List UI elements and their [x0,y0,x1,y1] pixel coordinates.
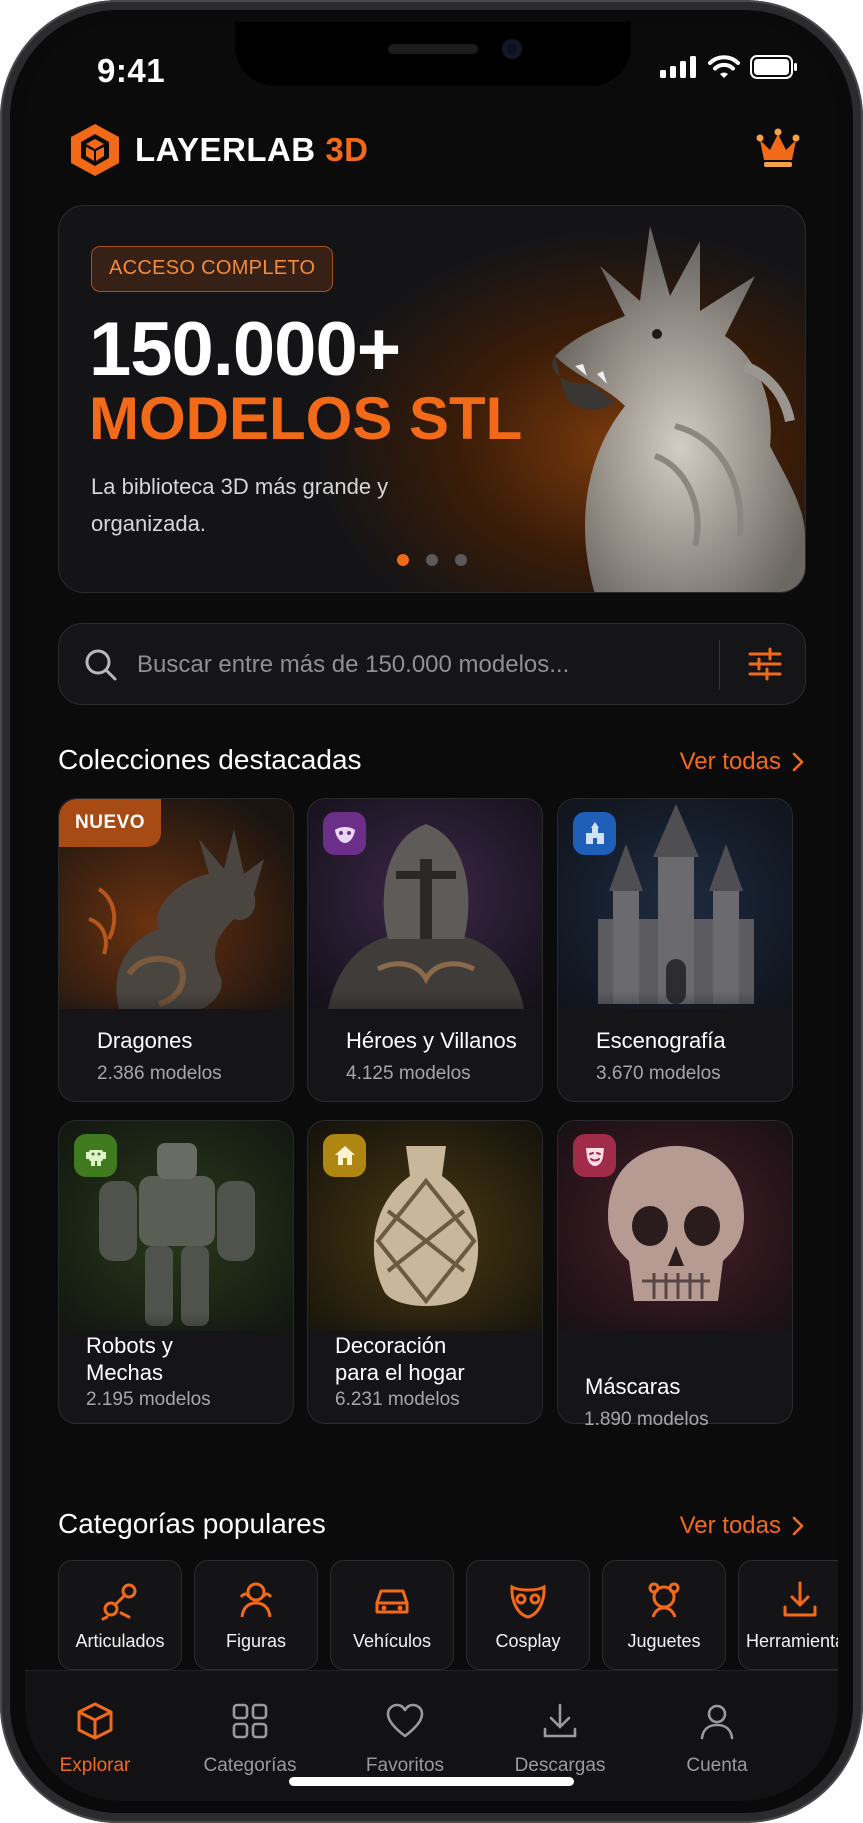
tab-categorias[interactable]: Categorías [180,1701,320,1777]
category-label: Vehículos [352,1631,432,1651]
tab-label: Explorar [59,1755,131,1776]
heart-icon [386,1703,424,1738]
tab-label: Descargas [514,1755,606,1776]
brand-logo[interactable]: LAYERLAB 3D [69,122,369,178]
mask-hero-icon [323,812,366,855]
notch [235,22,631,86]
category-label: Figuras [225,1631,287,1651]
featured-title: Colecciones destacadas [58,744,362,775]
cosplay-mask-icon [510,1584,546,1619]
filter-icon[interactable] [747,646,783,682]
download-icon [543,1703,577,1738]
popular-title: Categorías populares [58,1508,326,1539]
collection-card-heroes[interactable]: Héroes y Villanos 4.125 modelos [307,798,543,1102]
card-shade [558,1313,792,1423]
collection-count: 4.125 modelos [346,1063,471,1084]
new-badge: NUEVO [59,799,162,847]
wifi-icon [708,55,740,78]
hero-subtitle: MODELOS STL [89,385,523,452]
carousel-dot[interactable] [455,554,467,566]
grid-icon [232,1703,268,1739]
articulated-icon [101,1583,137,1621]
collection-name: Decoración para el hogar [335,1333,465,1385]
chevron-right-icon [792,1516,804,1536]
castle-icon [573,812,616,855]
status-time: 9:41 [97,52,166,89]
category-articulados[interactable]: Articulados [58,1560,182,1670]
category-label: Cosplay [495,1631,561,1651]
category-herramientas[interactable]: Herramientas [738,1560,838,1670]
search-icon [85,649,117,681]
category-label: Articulados [75,1631,165,1651]
brand-name-text: LAYERLAB [135,131,316,168]
search-bar [58,623,806,705]
category-cosplay[interactable]: Cosplay [466,1560,590,1670]
carousel-dot[interactable] [426,554,438,566]
tab-label: Categorías [203,1755,297,1776]
popular-see-all-label: Ver todas [679,1512,781,1539]
tab-cuenta[interactable]: Cuenta [647,1701,787,1777]
status-icons [660,55,798,79]
category-juguetes[interactable]: Juguetes [602,1560,726,1670]
carousel-dots[interactable] [397,554,467,566]
collection-card-dragones[interactable]: NUEVO Dragones 2.386 modelos [58,798,294,1102]
tab-label: Cuenta [686,1755,748,1776]
collection-name: Máscaras [585,1374,681,1399]
category-figuras[interactable]: Figuras [194,1560,318,1670]
tab-descargas[interactable]: Descargas [490,1701,630,1777]
home-icon [323,1134,366,1177]
collection-count: 2.386 modelos [97,1063,222,1084]
category-label: Herramientas [745,1631,838,1651]
theater-mask-icon [573,1134,616,1177]
collection-count: 6.231 modelos [335,1389,460,1410]
search-input[interactable] [137,644,667,686]
collection-card-robots[interactable]: Robots y Mechas 2.195 modelos [58,1120,294,1424]
popular-categories-row[interactable]: Articulados Figuras Vehículos Cosplay Ju… [58,1560,838,1672]
collection-name: Héroes y Villanos [346,1028,517,1053]
car-icon [375,1589,409,1614]
collection-card-mascaras[interactable]: Máscaras [557,1120,793,1424]
toy-icon [648,1582,680,1618]
user-icon [700,1704,734,1740]
collection-count: 1.890 modelos [584,1409,709,1430]
chevron-right-icon [792,752,804,772]
home-indicator[interactable] [289,1777,574,1786]
category-label: Juguetes [627,1631,701,1651]
cube-icon [77,1702,113,1740]
featured-see-all-label: Ver todas [679,748,781,775]
search-divider [719,640,720,690]
battery-icon [750,55,797,79]
hero-badge: ACCESO COMPLETO [91,246,334,292]
hero-description: La biblioteca 3D más grande y organizada… [91,474,389,536]
brand-name-accent: 3D [325,131,369,168]
layerlab-logo-icon [71,124,119,176]
tab-favoritos[interactable]: Favoritos [335,1701,475,1777]
collection-name: Robots y Mechas [86,1333,173,1385]
collection-card-escenografia[interactable]: Escenografía 3.670 modelos [557,798,793,1102]
hero-title: 150.000+ [89,307,401,392]
front-camera [502,39,522,59]
tab-explorar[interactable]: Explorar [25,1701,165,1777]
category-vehiculos[interactable]: Vehículos [330,1560,454,1670]
tool-icon [783,1581,817,1617]
crown-icon[interactable] [756,128,800,170]
hero-banner[interactable]: ACCESO COMPLETO 150.000+ MODELOS STL La … [58,205,806,593]
robot-icon [74,1134,117,1177]
speaker [388,44,478,54]
popular-see-all-link[interactable]: Ver todas [680,1512,805,1540]
app-screen: 9:41 LAYERLAB 3D ACCESO COMPLETO 150.000… [25,22,838,1801]
figure-icon [239,1582,273,1618]
collection-count: 2.195 modelos [86,1389,211,1410]
featured-see-all-link[interactable]: Ver todas [680,748,805,776]
carousel-dot-active[interactable] [397,554,409,566]
collection-name: Escenografía [596,1028,726,1053]
collection-count: 3.670 modelos [596,1063,721,1084]
brand-name: LAYERLAB 3D [135,131,369,169]
tab-label: Favoritos [365,1755,445,1776]
signal-icon [660,56,696,78]
collection-card-decoracion[interactable]: Decoración para el hogar 6.231 modelos [307,1120,543,1424]
collection-name: Dragones [97,1028,193,1053]
